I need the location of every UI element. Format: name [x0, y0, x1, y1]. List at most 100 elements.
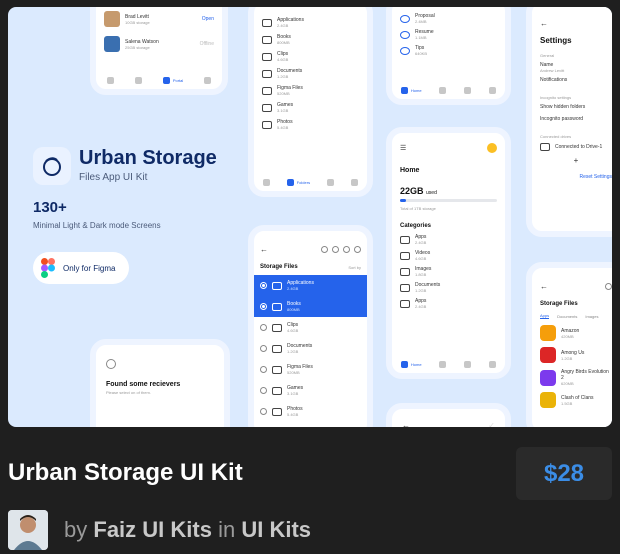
share-icon[interactable]	[327, 178, 335, 186]
delete-icon[interactable]	[332, 246, 339, 253]
back-arrow-icon[interactable]: ←	[540, 19, 612, 28]
edit-icon[interactable]	[204, 76, 212, 84]
home-icon[interactable]	[262, 178, 270, 186]
back-arrow-icon[interactable]: ←	[540, 282, 548, 291]
folder-row[interactable]: Proposal 2.4MB	[400, 13, 497, 29]
open-link[interactable]: Open	[202, 16, 214, 22]
select-radio[interactable]	[260, 387, 267, 394]
folder-row[interactable]: Books 800MB	[254, 296, 367, 317]
edit-icon[interactable]	[489, 86, 497, 94]
bottom-nav: Home	[392, 81, 505, 99]
folder-icon	[272, 281, 282, 290]
copy-icon[interactable]	[343, 246, 350, 253]
reset-settings-link[interactable]: Reset Settings	[540, 174, 612, 180]
folder-row[interactable]: Documents 1.2GB	[254, 338, 367, 359]
folder-row[interactable]: Documents 1.2GB	[262, 68, 359, 85]
app-logo	[33, 147, 71, 185]
folder-row[interactable]: Figma Files 520MB	[254, 359, 367, 380]
folder-size: 3.1GB	[277, 108, 289, 113]
home-icon[interactable]	[400, 360, 408, 368]
storage-bar-fill	[400, 199, 406, 202]
category-link[interactable]: UI Kits	[241, 517, 311, 542]
folder-row[interactable]: Figma Files 520MB	[262, 85, 359, 102]
folder-size: 2.4GB	[415, 304, 427, 309]
folder-row[interactable]: Games 3.1GB	[262, 102, 359, 119]
target-icon	[106, 359, 116, 369]
folder-icon	[272, 386, 282, 395]
folder-row[interactable]: Photos 5.4GB	[254, 401, 367, 422]
folder-row[interactable]: Apps 2.4GB	[400, 229, 497, 245]
sort-button[interactable]: Sort by	[348, 265, 361, 270]
author-avatar[interactable]	[8, 510, 48, 550]
select-radio[interactable]	[260, 345, 267, 352]
app-row[interactable]: Clash of Clans 1.5GB	[540, 392, 612, 408]
author-link[interactable]: Faiz UI Kits	[93, 517, 212, 542]
folder-row[interactable]: Resume 1.1MB	[400, 29, 497, 45]
folder-icon[interactable]	[286, 178, 294, 186]
folder-row[interactable]: Applications 2.4GB	[254, 275, 367, 296]
folder-icon[interactable]	[439, 360, 447, 368]
product-title[interactable]: Urban Storage UI Kit	[8, 459, 243, 487]
select-radio[interactable]	[260, 324, 267, 331]
home-icon[interactable]	[400, 86, 408, 94]
folder-row[interactable]: Apps 2.4GB	[400, 293, 497, 309]
folder-row[interactable]: Photos 5.4GB	[262, 119, 359, 136]
notifications-item[interactable]: Notifications	[540, 77, 612, 83]
bottom-nav: Portal	[96, 71, 222, 89]
app-row[interactable]: Among Us 1.2GB	[540, 347, 612, 363]
back-arrow-icon[interactable]: ←	[402, 421, 410, 427]
info-icon[interactable]	[354, 246, 361, 253]
figma-label: Only for Figma	[63, 263, 116, 273]
folder-row[interactable]: Games 3.1GB	[254, 380, 367, 401]
tab-documents[interactable]: Documents	[557, 314, 577, 319]
folder-row[interactable]: Applications 2.4GB	[262, 17, 359, 34]
folder-row[interactable]: Tips 640KB	[400, 45, 497, 61]
check-icon[interactable]: ✓	[488, 421, 495, 427]
tab-apps[interactable]: Apps	[540, 313, 550, 319]
folder-icon[interactable]	[134, 76, 142, 84]
folder-icon	[262, 86, 272, 95]
share-icon[interactable]	[464, 360, 472, 368]
tab-images[interactable]: Images	[585, 314, 598, 319]
add-icon[interactable]: +	[540, 156, 612, 165]
folder-size: 1.2GB	[277, 74, 289, 79]
show-hidden-item[interactable]: Show hidden folders	[540, 104, 612, 110]
folder-icon	[400, 283, 410, 292]
home-icon[interactable]	[106, 76, 114, 84]
edit-icon[interactable]	[351, 178, 359, 186]
user-row[interactable]: Brad Levitt 10GB storage Open	[96, 7, 222, 27]
folder-row[interactable]: Clips 4.6GB	[254, 317, 367, 338]
section-header: General	[540, 53, 555, 58]
folder-icon[interactable]	[439, 86, 447, 94]
select-radio[interactable]	[260, 303, 267, 310]
drive-icon[interactable]	[487, 143, 497, 153]
incognito-password-item[interactable]: Incognito password	[540, 116, 612, 122]
bottom-nav: Folders	[254, 173, 367, 191]
search-icon[interactable]	[605, 283, 612, 290]
back-arrow-icon[interactable]: ←	[260, 245, 268, 254]
folder-row[interactable]: Images 1.8GB	[400, 261, 497, 277]
app-row[interactable]: Amazon 420MB	[540, 325, 612, 341]
bottom-preview-screen: ← ✓	[386, 403, 511, 427]
folder-row[interactable]: Videos 4.6GB	[400, 245, 497, 261]
share-icon[interactable]	[464, 86, 472, 94]
app-name: Clash of Clans	[561, 394, 594, 401]
folder-row[interactable]: Documents 1.2GB	[400, 277, 497, 293]
price-button[interactable]: $28	[516, 447, 612, 500]
portal-icon[interactable]	[162, 76, 170, 84]
hero-preview[interactable]: Brad Levitt 10GB storage Open Salena Wat…	[8, 7, 612, 427]
app-row[interactable]: Angry Birds Evolution 2 620MB	[540, 369, 612, 386]
select-radio[interactable]	[260, 408, 267, 415]
user-row[interactable]: Salena Watson 25GB storage Offline	[96, 27, 222, 52]
select-radio[interactable]	[260, 366, 267, 373]
folder-size: 2.4GB	[415, 240, 427, 245]
select-all-icon[interactable]	[321, 246, 328, 253]
folder-row[interactable]: Books 800MB	[262, 34, 359, 51]
menu-icon[interactable]: ☰	[400, 144, 406, 152]
edit-icon[interactable]	[489, 360, 497, 368]
folder-list: Applications 2.4GB Books 800MB Clips 4.6GB Doc…	[254, 7, 367, 136]
drive-label[interactable]: Connected to Drive-1	[555, 144, 602, 150]
select-radio[interactable]	[260, 282, 267, 289]
folder-size: 520MB	[287, 370, 300, 375]
folder-row[interactable]: Clips 4.6GB	[262, 51, 359, 68]
